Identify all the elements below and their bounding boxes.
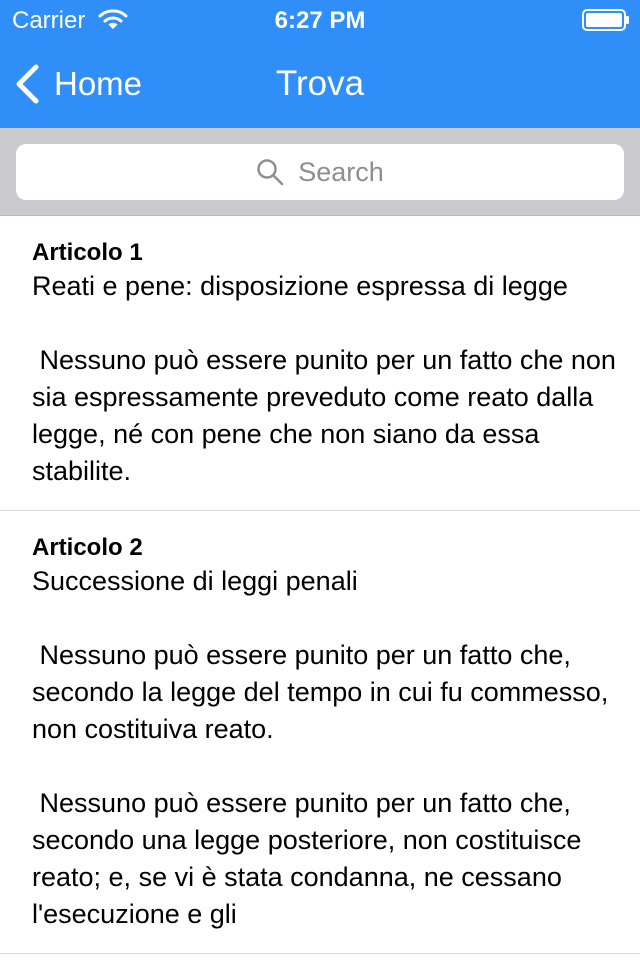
article-title: Articolo 2 [32, 534, 143, 561]
list-item-article-1[interactable]: Articolo 1 Reati e pene: disposizione es… [0, 216, 640, 511]
article-body: Nessuno può essere punito per un fatto c… [32, 342, 620, 490]
status-bar: Carrier 6:27 PM [0, 0, 640, 40]
article-paragraph: Nessuno può essere punito per un fatto c… [32, 788, 589, 929]
search-placeholder: Search [298, 156, 384, 187]
search-icon [257, 159, 284, 186]
article-title: Articolo 1 [32, 239, 143, 266]
list-item-article-2[interactable]: Articolo 2 Successione di leggi penali N… [0, 511, 640, 954]
navigation-bar: Home Trova [0, 40, 640, 128]
article-body: Nessuno può essere punito per un fatto c… [32, 637, 620, 933]
article-paragraph: Nessuno può essere punito per un fatto c… [32, 640, 616, 744]
search-input[interactable]: Search [16, 144, 624, 200]
articles-list: Articolo 1 Reati e pene: disposizione es… [0, 216, 640, 960]
battery-icon [582, 9, 629, 31]
app-header: Carrier 6:27 PM Home Trova [0, 0, 640, 128]
status-time: 6:27 PM [274, 7, 366, 34]
article-subtitle: Reati e pene: disposizione espressa di l… [32, 271, 568, 301]
page-title: Trova [275, 64, 365, 103]
search-bar: Search [0, 128, 640, 216]
article-paragraph: Nessuno può essere punito per un fatto c… [32, 345, 624, 486]
article-subtitle: Successione di leggi penali [32, 566, 358, 596]
